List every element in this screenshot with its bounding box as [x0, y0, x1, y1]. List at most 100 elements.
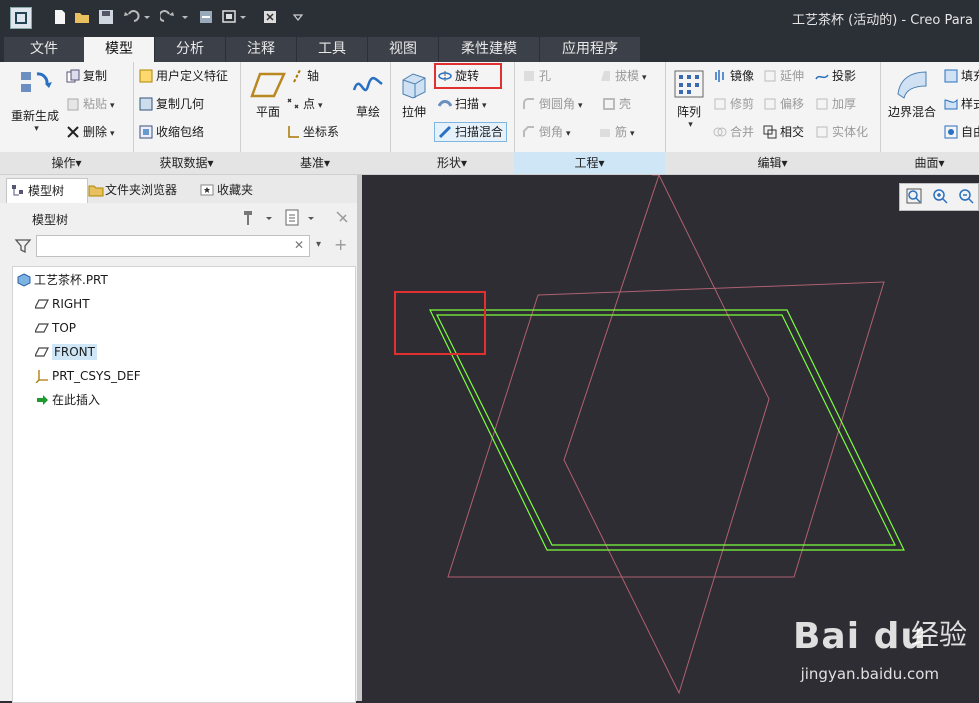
style-button[interactable]: 样式 — [944, 96, 979, 112]
group-surfaces: 边界混合 填充 样式 自由 曲面▾ — [880, 62, 979, 174]
shell-button[interactable]: 壳 — [602, 96, 631, 112]
plane-button[interactable]: 平面 — [246, 70, 290, 120]
tab-view[interactable]: 视图 — [368, 37, 439, 62]
rib-button[interactable]: 筋 ▾ — [598, 124, 635, 142]
pattern-button[interactable]: 阵列 ▾ — [669, 68, 709, 130]
datum-plane-icon — [34, 320, 49, 334]
tree-item-right[interactable]: RIGHT — [34, 293, 90, 315]
extend-button[interactable]: 延伸 — [763, 68, 804, 84]
plane-icon — [250, 72, 286, 98]
tree-item-front[interactable]: FRONT — [34, 341, 97, 363]
tab-model[interactable]: 模型 — [84, 37, 155, 62]
group-shapes-label[interactable]: 形状▾ — [390, 152, 514, 174]
folder-icon — [88, 181, 104, 197]
tree-item-insert-here[interactable]: 在此插入 — [35, 389, 100, 411]
tree-item-top[interactable]: TOP — [34, 317, 76, 339]
regenerate-button[interactable]: 重新生成 ▾ — [6, 66, 64, 134]
undo-icon[interactable] — [122, 9, 152, 25]
title-bar: 工艺茶杯 (活动的) - Creo Para — [0, 0, 979, 36]
extrude-button[interactable]: 拉伸 — [394, 70, 434, 120]
close-window-icon[interactable] — [262, 9, 278, 25]
paste-button[interactable]: 粘贴 ▾ — [66, 96, 115, 114]
tree-item-csys[interactable]: PRT_CSYS_DEF — [35, 365, 141, 387]
tab-file[interactable]: 文件 — [4, 37, 85, 62]
fill-button[interactable]: 填充 — [944, 68, 979, 84]
regenerate-quick-icon[interactable] — [198, 9, 214, 25]
copy-geometry-button[interactable]: 复制几何 — [139, 96, 204, 112]
point-icon — [286, 97, 300, 111]
project-button[interactable]: 投影 — [815, 68, 856, 84]
round-button[interactable]: 倒圆角 ▾ — [522, 96, 583, 114]
watermark-cn: 经验 — [910, 618, 967, 651]
chamfer-button[interactable]: 倒角 ▾ — [522, 124, 571, 142]
favorites-icon — [200, 181, 214, 196]
group-engineering-label[interactable]: 工程▾ — [514, 152, 665, 174]
add-filter-icon[interactable]: + — [334, 235, 347, 254]
trim-button[interactable]: 修剪 — [713, 96, 754, 112]
sweep-button[interactable]: 扫描 ▾ — [437, 96, 487, 114]
intersect-button[interactable]: 相交 — [763, 124, 804, 140]
tab-applications[interactable]: 应用程序 — [540, 37, 641, 62]
show-options-icon[interactable] — [284, 209, 320, 227]
zoom-in-icon[interactable] — [932, 188, 948, 204]
chevron-down-icon[interactable]: ▾ — [316, 239, 321, 250]
group-get-data-label[interactable]: 获取数据▾ — [133, 152, 240, 174]
sketch-button[interactable]: 草绘 — [348, 70, 388, 120]
redo-icon[interactable] — [158, 9, 190, 25]
save-icon[interactable] — [98, 9, 114, 25]
tab-model-tree[interactable]: 模型树 — [6, 178, 88, 203]
tab-folder-browser[interactable]: 文件夹浏览器 — [88, 178, 198, 202]
model-tree: 工艺茶杯.PRT RIGHT TOP FRONT PRT_CSYS_DEF 在此… — [12, 266, 356, 703]
swept-blend-button[interactable]: 扫描混合 — [434, 122, 508, 142]
hole-icon — [522, 69, 536, 83]
freestyle-icon — [944, 125, 958, 139]
hole-button[interactable]: 孔 — [522, 68, 551, 84]
part-icon — [17, 272, 31, 287]
solidify-button[interactable]: 实体化 — [815, 124, 868, 140]
merge-button[interactable]: 合并 — [713, 124, 754, 140]
merge-icon — [713, 125, 727, 139]
point-button[interactable]: 点 ▾ — [286, 96, 323, 114]
copy-button[interactable]: 复制 — [66, 68, 107, 84]
group-datum-label[interactable]: 基准▾ — [240, 152, 390, 174]
udf-button[interactable]: 用户定义特征 — [139, 68, 228, 84]
sketch-outline-outer — [429, 309, 905, 551]
zoom-out-icon[interactable] — [958, 188, 974, 204]
group-surfaces-label[interactable]: 曲面▾ — [880, 152, 979, 174]
mirror-button[interactable]: 镜像 — [713, 68, 754, 84]
thicken-button[interactable]: 加厚 — [815, 96, 856, 112]
boundary-blend-button[interactable]: 边界混合 — [884, 68, 940, 120]
sweep-icon — [437, 97, 453, 111]
search-input[interactable] — [36, 235, 310, 257]
tab-analysis[interactable]: 分析 — [155, 37, 226, 62]
group-operations-label[interactable]: 操作▾ — [0, 152, 133, 174]
tab-tools[interactable]: 工具 — [297, 37, 368, 62]
clear-search-icon[interactable]: ✕ — [294, 238, 304, 252]
shrinkwrap-button[interactable]: 收缩包络 — [139, 124, 204, 140]
graphics-canvas[interactable]: Bai du 经验 jingyan.baidu.com — [362, 175, 979, 701]
datum-plane-icon — [34, 296, 49, 310]
draft-button[interactable]: 拔模 ▾ — [598, 68, 647, 86]
freestyle-button[interactable]: 自由 — [944, 124, 979, 140]
delete-button[interactable]: 删除 ▾ — [66, 124, 115, 142]
panel-tabs: 模型树 文件夹浏览器 收藏夹 — [0, 175, 362, 204]
filter-icon[interactable] — [14, 237, 32, 255]
csys-button[interactable]: 坐标系 — [286, 124, 339, 140]
filter-settings-icon[interactable] — [334, 209, 352, 227]
tab-favorites[interactable]: 收藏夹 — [200, 178, 272, 202]
open-folder-icon[interactable] — [74, 9, 90, 25]
group-editing-label[interactable]: 编辑▾ — [665, 152, 880, 174]
tab-flexible-modeling[interactable]: 柔性建模 — [439, 37, 540, 62]
settings-tool-icon[interactable] — [240, 209, 276, 227]
refit-icon[interactable] — [906, 188, 922, 204]
axis-button[interactable]: 轴 — [290, 68, 319, 84]
tab-annotate[interactable]: 注释 — [226, 37, 297, 62]
customize-toolbar-icon[interactable] — [290, 9, 306, 25]
app-logo-icon[interactable] — [10, 7, 32, 29]
offset-button[interactable]: 偏移 — [763, 96, 804, 112]
new-file-icon[interactable] — [52, 9, 68, 25]
tree-item-part[interactable]: 工艺茶杯.PRT — [17, 269, 108, 291]
windows-icon[interactable] — [222, 9, 250, 25]
copy-geometry-icon — [139, 97, 153, 111]
fill-icon — [944, 69, 958, 83]
